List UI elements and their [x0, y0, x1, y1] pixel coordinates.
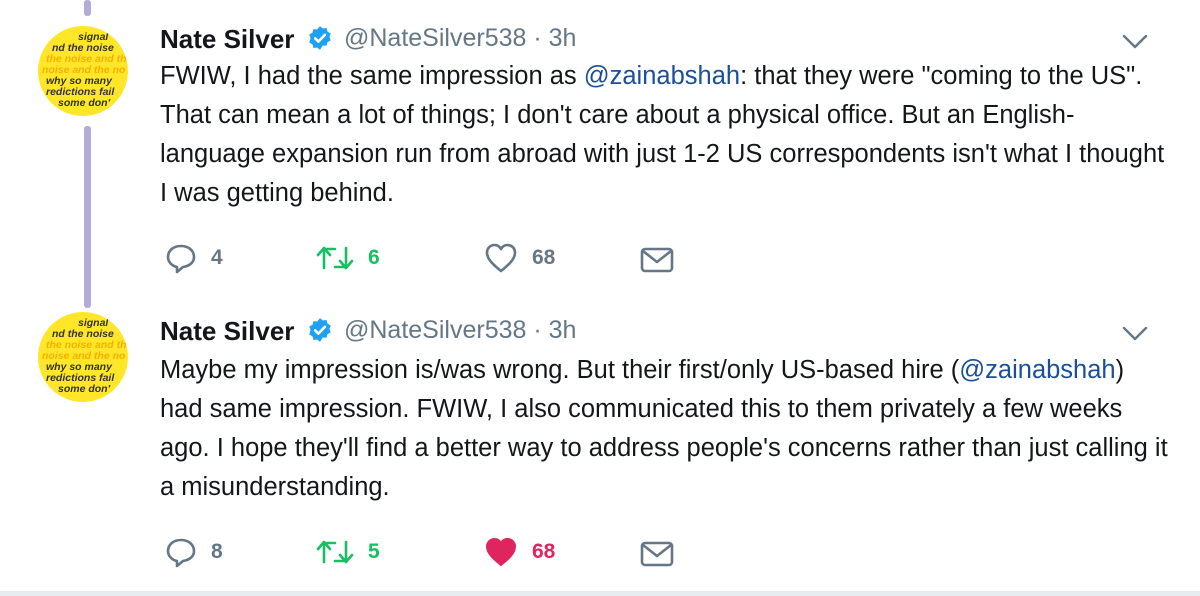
retweet-icon — [316, 246, 354, 270]
reply-button[interactable]: 8 — [165, 536, 223, 568]
divider — [0, 591, 1200, 596]
verified-badge-icon — [309, 26, 331, 50]
tweet[interactable]: signal nd the noise the noise and th noi… — [0, 0, 1200, 296]
envelope-icon — [640, 247, 674, 273]
tweet-text: Maybe my impression is/was wrong. But th… — [160, 351, 1170, 507]
like-count: 68 — [532, 246, 556, 269]
meta-separator: · — [533, 316, 542, 344]
author-handle[interactable]: @NateSilver538 — [344, 24, 526, 52]
reply-count: 8 — [211, 540, 223, 563]
avatar[interactable]: signal nd the noise the noise and th noi… — [38, 312, 128, 402]
retweet-count: 5 — [368, 540, 380, 563]
chevron-down-icon[interactable] — [1122, 34, 1148, 50]
reply-icon — [166, 244, 196, 274]
direct-message-button[interactable] — [640, 246, 674, 274]
heart-outline-icon — [485, 243, 517, 273]
heart-filled-icon — [486, 538, 516, 566]
reply-icon — [166, 538, 196, 568]
meta-separator: · — [533, 24, 542, 52]
tweet-meta: @NateSilver538 · 3h — [344, 24, 576, 53]
tweet-text: FWIW, I had the same impression as @zain… — [160, 57, 1170, 213]
direct-message-button[interactable] — [640, 540, 674, 568]
svg-text:some don': some don' — [58, 97, 111, 109]
tweet[interactable]: signal nd the noise the noise and th noi… — [0, 296, 1200, 591]
tweet-text-before: Maybe my impression is/was wrong. But th… — [160, 356, 960, 384]
reply-button[interactable]: 4 — [165, 242, 223, 274]
author-name[interactable]: Nate Silver — [160, 316, 294, 347]
svg-text:some don': some don' — [58, 383, 111, 395]
mention-link[interactable]: @zainabshah — [959, 356, 1115, 384]
retweet-button[interactable]: 5 — [316, 538, 380, 566]
author-name[interactable]: Nate Silver — [160, 24, 294, 55]
like-button[interactable]: 68 — [484, 536, 555, 568]
retweet-icon — [316, 540, 354, 564]
like-count: 68 — [532, 540, 556, 563]
like-button[interactable]: 68 — [484, 242, 555, 274]
tweet-timestamp[interactable]: 3h — [549, 24, 577, 52]
chevron-down-icon[interactable] — [1122, 326, 1148, 342]
tweet-timestamp[interactable]: 3h — [549, 316, 577, 344]
tweet-text-before: FWIW, I had the same impression as — [160, 62, 584, 90]
avatar[interactable]: signal nd the noise the noise and th noi… — [38, 26, 128, 116]
retweet-count: 6 — [368, 246, 380, 269]
envelope-icon — [640, 541, 674, 567]
retweet-button[interactable]: 6 — [316, 244, 380, 272]
mention-link[interactable]: @zainabshah — [584, 62, 740, 90]
verified-badge-icon — [309, 318, 331, 342]
reply-count: 4 — [211, 246, 223, 269]
author-handle[interactable]: @NateSilver538 — [344, 316, 526, 344]
tweet-meta: @NateSilver538 · 3h — [344, 316, 576, 345]
